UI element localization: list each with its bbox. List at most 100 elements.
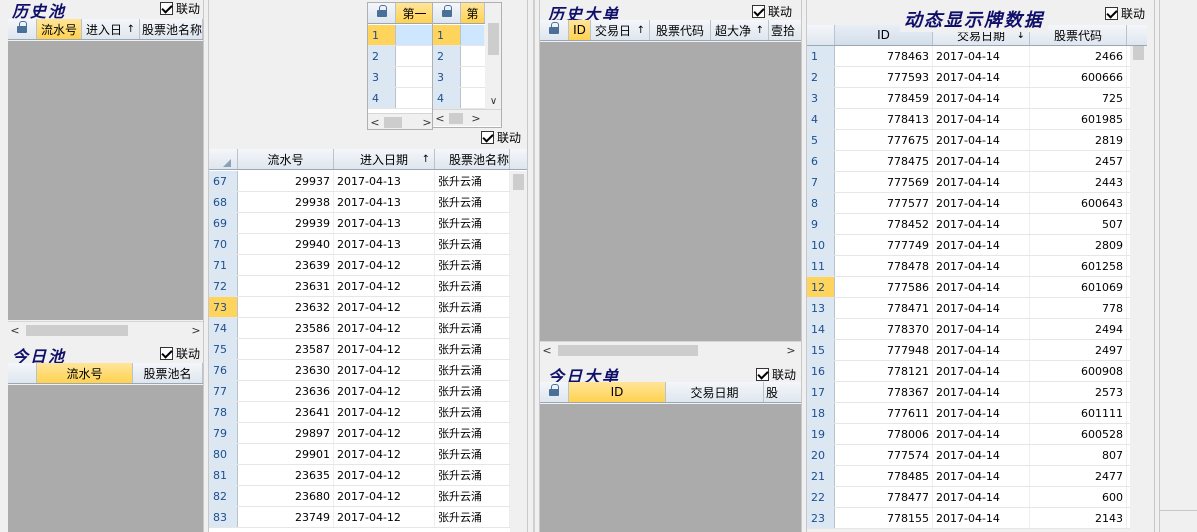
mini-grid-b-vscroll[interactable]: ∨ xyxy=(485,3,501,109)
stock-code-cell[interactable]: 807 xyxy=(1030,445,1127,465)
id-cell[interactable]: 778471 xyxy=(835,298,933,318)
table-row[interactable]: 23 778155 2017-04-14 2143 xyxy=(807,508,1130,529)
date-cell[interactable]: 2017-04-13 xyxy=(334,192,435,212)
table-row[interactable]: 17 778367 2017-04-14 2573 xyxy=(807,382,1130,403)
pool-name-cell[interactable]: 张升云涌 xyxy=(435,297,510,317)
scroll-right-icon[interactable]: > xyxy=(469,112,483,125)
table-row[interactable]: 82 23680 2017-04-12 张升云涌 xyxy=(209,486,510,507)
pool-name-cell[interactable]: 张升云涌 xyxy=(435,507,510,527)
date-cell[interactable]: 2017-04-12 xyxy=(334,339,435,359)
dynamic-vscroll[interactable] xyxy=(1130,46,1147,532)
serial-cell[interactable]: 23680 xyxy=(238,486,334,506)
table-row[interactable]: 71 23639 2017-04-12 张升云涌 xyxy=(209,255,510,276)
stock-code-cell[interactable]: 600643 xyxy=(1030,193,1127,213)
id-cell[interactable]: 778485 xyxy=(835,466,933,486)
date-cell[interactable]: 2017-04-14 xyxy=(933,88,1030,108)
stock-code-cell[interactable]: 2457 xyxy=(1030,151,1127,171)
date-cell[interactable]: 2017-04-13 xyxy=(334,234,435,254)
pool-name-cell[interactable]: 张升云涌 xyxy=(435,486,510,506)
table-row[interactable]: 18 777611 2017-04-14 601111 xyxy=(807,403,1130,424)
table-row[interactable]: 72 23631 2017-04-12 张升云涌 xyxy=(209,276,510,297)
stock-code-cell[interactable]: 2497 xyxy=(1030,340,1127,360)
table-row[interactable]: 80 29901 2017-04-12 张升云涌 xyxy=(209,444,510,465)
date-cell[interactable]: 2017-04-14 xyxy=(933,214,1030,234)
stock-code-cell[interactable]: 601258 xyxy=(1030,256,1127,276)
table-row[interactable]: 14 778370 2017-04-14 2494 xyxy=(807,319,1130,340)
table-row[interactable]: 70 29940 2017-04-13 张升云涌 xyxy=(209,234,510,255)
id-cell[interactable]: 778478 xyxy=(835,256,933,276)
id-cell[interactable]: 777948 xyxy=(835,340,933,360)
id-cell[interactable]: 778155 xyxy=(835,508,933,528)
serial-cell[interactable]: 23632 xyxy=(238,297,334,317)
column-header-stock[interactable]: 股 xyxy=(764,382,802,402)
column-lock-cell[interactable] xyxy=(368,3,396,23)
date-cell[interactable]: 2017-04-14 xyxy=(933,130,1030,150)
date-cell[interactable]: 2017-04-14 xyxy=(933,424,1030,444)
id-cell[interactable]: 778367 xyxy=(835,382,933,402)
checkbox-icon[interactable] xyxy=(481,131,494,144)
mini-grid-link-checkbox[interactable]: 联动 xyxy=(481,129,521,146)
column-lock-cell[interactable] xyxy=(8,19,37,39)
date-cell[interactable]: 2017-04-14 xyxy=(933,46,1030,66)
column-header-id[interactable]: ID xyxy=(569,20,591,40)
date-cell[interactable]: 2017-04-14 xyxy=(933,319,1030,339)
pool-name-cell[interactable]: 张升云涌 xyxy=(435,423,510,443)
table-row[interactable]: 2 xyxy=(368,46,432,67)
column-header-pool-name[interactable]: 股票池名 xyxy=(133,363,203,383)
date-cell[interactable]: 2017-04-13 xyxy=(334,213,435,233)
stock-code-cell[interactable]: 2573 xyxy=(1030,382,1127,402)
column-header-stock-code[interactable]: 股票代码 xyxy=(650,20,711,40)
date-cell[interactable]: 2017-04-12 xyxy=(334,486,435,506)
date-cell[interactable]: 2017-04-14 xyxy=(933,109,1030,129)
date-cell[interactable]: 2017-04-12 xyxy=(334,423,435,443)
serial-cell[interactable]: 23630 xyxy=(238,360,334,380)
pool-name-cell[interactable]: 张升云涌 xyxy=(435,339,510,359)
date-cell[interactable]: 2017-04-12 xyxy=(334,465,435,485)
column-header-ten[interactable]: 壹拾 xyxy=(769,20,802,40)
stock-code-cell[interactable]: 2494 xyxy=(1030,319,1127,339)
stock-code-cell[interactable]: 601111 xyxy=(1030,403,1127,423)
date-cell[interactable]: 2017-04-12 xyxy=(334,318,435,338)
column-lock-cell[interactable] xyxy=(433,3,461,23)
pool-name-cell[interactable]: 张升云涌 xyxy=(435,276,510,296)
date-cell[interactable]: 2017-04-12 xyxy=(334,297,435,317)
id-cell[interactable]: 777569 xyxy=(835,172,933,192)
checkbox-icon[interactable] xyxy=(160,347,173,360)
scroll-left-icon[interactable]: < xyxy=(368,116,382,129)
id-cell[interactable]: 778463 xyxy=(835,46,933,66)
id-cell[interactable]: 778475 xyxy=(835,151,933,171)
hist-big-link-checkbox[interactable]: 联动 xyxy=(752,3,792,20)
pool-name-cell[interactable]: 张升云涌 xyxy=(435,255,510,275)
table-row[interactable]: 83 23749 2017-04-12 张升云涌 xyxy=(209,507,510,528)
table-row[interactable]: 1 778463 2017-04-14 2466 xyxy=(807,46,1130,67)
column-header-serial[interactable]: 流水号 xyxy=(37,19,82,39)
serial-cell[interactable]: 23631 xyxy=(238,276,334,296)
date-cell[interactable]: 2017-04-14 xyxy=(933,382,1030,402)
table-row[interactable]: 3 xyxy=(368,67,432,88)
table-row[interactable]: 3 xyxy=(433,67,485,88)
column-header-trade-day[interactable]: 交易日 ↑ xyxy=(591,20,650,40)
stock-code-cell[interactable]: 2819 xyxy=(1030,130,1127,150)
column-header-serial[interactable]: 流水号 xyxy=(37,363,133,383)
column-header-pool-name[interactable]: 股票池名称 xyxy=(140,19,203,39)
pool-name-cell[interactable]: 张升云涌 xyxy=(435,171,510,191)
table-row[interactable]: 81 23635 2017-04-12 张升云涌 xyxy=(209,465,510,486)
date-cell[interactable]: 2017-04-14 xyxy=(933,193,1030,213)
table-row[interactable]: 11 778478 2017-04-14 601258 xyxy=(807,256,1130,277)
table-row[interactable]: 69 29939 2017-04-13 张升云涌 xyxy=(209,213,510,234)
stock-code-cell[interactable]: 778 xyxy=(1030,298,1127,318)
date-cell[interactable]: 2017-04-14 xyxy=(933,67,1030,87)
pool-name-cell[interactable]: 张升云涌 xyxy=(435,402,510,422)
table-row[interactable]: 78 23641 2017-04-12 张升云涌 xyxy=(209,402,510,423)
column-lock-cell[interactable] xyxy=(540,382,569,402)
date-cell[interactable]: 2017-04-12 xyxy=(334,444,435,464)
scroll-thumb[interactable] xyxy=(449,113,463,124)
scroll-thumb[interactable] xyxy=(1133,46,1144,60)
hist-pool-link-checkbox[interactable]: 联动 xyxy=(160,0,200,17)
id-cell[interactable]: 777749 xyxy=(835,235,933,255)
scroll-thumb[interactable] xyxy=(488,23,499,55)
stock-code-cell[interactable]: 601069 xyxy=(1030,277,1127,297)
date-cell[interactable]: 2017-04-14 xyxy=(933,172,1030,192)
scroll-left-icon[interactable]: < xyxy=(433,112,447,125)
table-row[interactable]: 12 777586 2017-04-14 601069 xyxy=(807,277,1130,298)
